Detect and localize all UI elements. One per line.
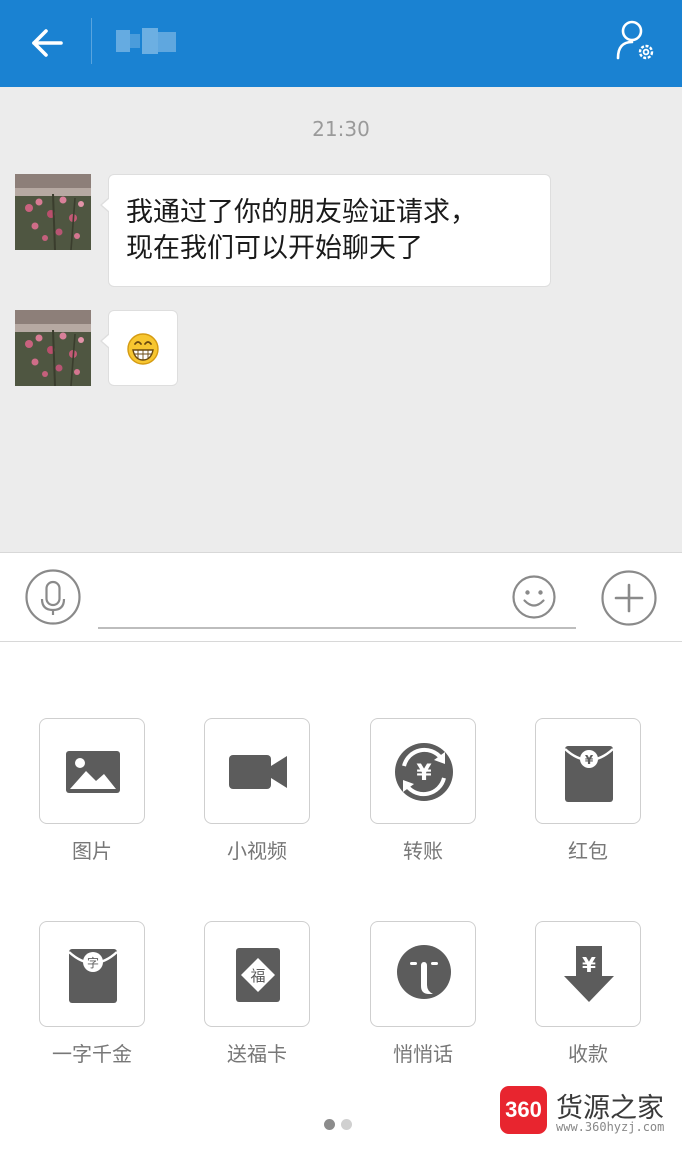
svg-text:¥: ¥ <box>416 761 432 786</box>
transfer-button[interactable]: ¥ <box>370 718 476 824</box>
fortune-card-icon: 福 <box>236 948 280 1002</box>
input-bar <box>0 552 682 642</box>
image-button[interactable] <box>39 718 145 824</box>
svg-text:福: 福 <box>250 967 265 985</box>
watermark-logo: 360 <box>500 1086 547 1134</box>
word-packet-button[interactable]: 字 <box>39 921 145 1027</box>
message-line: 我通过了你的朋友验证请求， <box>126 197 477 228</box>
message-input[interactable] <box>98 627 576 629</box>
receive-money-label: 收款 <box>568 1042 608 1066</box>
video-label: 小视频 <box>227 839 287 863</box>
contact-name-blurred <box>112 24 182 58</box>
grinning-face-icon <box>127 333 159 365</box>
page-indicator-dot-active[interactable] <box>324 1119 335 1130</box>
contact-avatar[interactable] <box>15 310 91 386</box>
red-packet-button[interactable]: ¥ <box>535 718 641 824</box>
image-icon <box>66 751 120 793</box>
video-button[interactable] <box>204 718 310 824</box>
receive-money-icon: ¥ <box>564 946 614 1002</box>
fortune-card-button[interactable]: 福 <box>204 921 310 1027</box>
whisper-icon <box>397 945 451 999</box>
svg-text:¥: ¥ <box>585 753 594 767</box>
message-bubble-text[interactable]: 我通过了你的朋友验证请求， 现在我们可以开始聊天了 <box>100 174 551 287</box>
transfer-label: 转账 <box>403 839 443 863</box>
word-packet-label: 一字千金 <box>52 1042 132 1066</box>
voice-button[interactable] <box>25 569 81 625</box>
chat-area[interactable]: 21:30 我通过了你的朋友验证请求， 现在我们可以开始聊天了 <box>0 87 682 552</box>
fortune-card-label: 送福卡 <box>227 1042 287 1066</box>
title-separator <box>91 18 92 64</box>
message-bubble-emoji[interactable] <box>100 310 178 386</box>
top-bar <box>0 0 682 87</box>
back-button[interactable] <box>22 18 72 68</box>
emoji-button[interactable] <box>512 575 556 619</box>
function-panel: 图片 小视频 ¥ 转账 ¥ 红包 字 一字千金 福 送福卡 悄悄话 ¥ 收款 <box>0 643 682 1160</box>
message-line: 现在我们可以开始聊天了 <box>126 233 423 264</box>
message-timestamp: 21:30 <box>312 117 370 141</box>
receive-money-button[interactable]: ¥ <box>535 921 641 1027</box>
plus-icon <box>601 570 657 626</box>
red-packet-icon: ¥ <box>564 746 614 802</box>
red-packet-label: 红包 <box>568 839 608 863</box>
svg-text:字: 字 <box>87 955 99 970</box>
smiley-icon <box>512 575 556 619</box>
microphone-icon <box>25 569 81 625</box>
message-text: 我通过了你的朋友验证请求， 现在我们可以开始聊天了 <box>126 195 536 267</box>
whisper-button[interactable] <box>370 921 476 1027</box>
whisper-label: 悄悄话 <box>393 1042 453 1066</box>
page-indicator-dot[interactable] <box>341 1119 352 1130</box>
contact-avatar[interactable] <box>15 174 91 250</box>
more-button[interactable] <box>601 570 657 626</box>
arrow-left-icon <box>32 29 63 57</box>
profile-settings-button[interactable] <box>610 16 662 68</box>
video-camera-icon <box>229 755 287 789</box>
svg-text:¥: ¥ <box>582 953 596 977</box>
transfer-icon: ¥ <box>395 743 453 801</box>
word-packet-icon: 字 <box>68 949 118 1003</box>
image-label: 图片 <box>72 839 112 863</box>
person-settings-icon <box>616 20 654 60</box>
watermark-url: www.360hyzj.com <box>556 1120 665 1134</box>
